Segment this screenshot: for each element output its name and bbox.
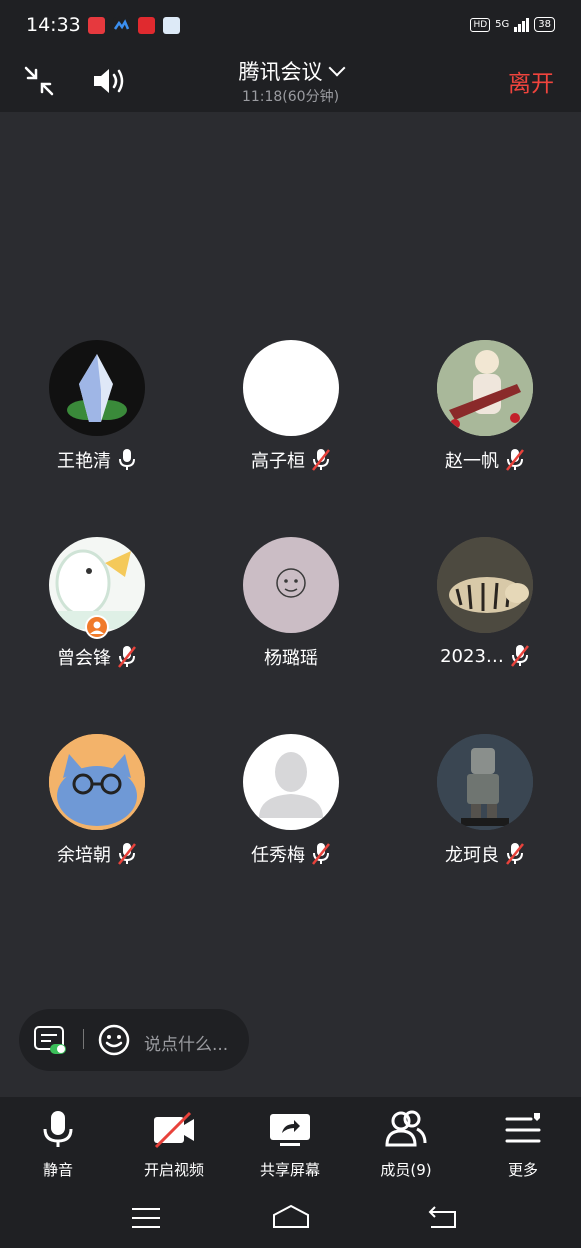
blank-avatar <box>243 340 339 436</box>
emoji-icon[interactable] <box>98 1024 130 1056</box>
mic-muted-icon <box>312 449 330 471</box>
back-button[interactable] <box>425 1203 461 1233</box>
meeting-duration: 11:18(60分钟) <box>241 89 340 105</box>
caption-toggle-icon[interactable] <box>34 1026 68 1056</box>
mute-button[interactable]: 静音 <box>3 1109 113 1180</box>
video-label: 开启视频 <box>143 1161 204 1179</box>
meeting-title[interactable]: 腾讯会议 <box>0 56 581 86</box>
leave-button[interactable]: 离开 <box>508 64 554 98</box>
participant-name: 龙珂良 <box>445 845 499 866</box>
share-screen-icon <box>270 1114 310 1146</box>
mic-muted-icon <box>510 645 529 667</box>
participant-name: 曾会锋 <box>57 648 111 669</box>
participant-name: 杨璐瑶 <box>264 648 318 669</box>
members-label: 成员(9) <box>380 1161 432 1179</box>
mute-label: 静音 <box>42 1161 73 1179</box>
robot-figure-avatar <box>437 734 533 830</box>
more-menu-icon <box>505 1113 541 1143</box>
system-nav-bar <box>0 1189 581 1248</box>
members-button[interactable]: 成员(9) <box>351 1109 461 1180</box>
mic-muted-icon <box>118 646 136 668</box>
chat-bar[interactable]: 说点什么... <box>19 1009 249 1071</box>
app-notification-icon <box>138 17 155 34</box>
start-video-button[interactable]: 开启视频 <box>119 1109 229 1180</box>
doodle-avatar <box>243 537 339 633</box>
back-icon <box>428 1206 456 1228</box>
crystal-avatar <box>49 340 145 436</box>
meeting-toolbar: 静音 开启视频 共享屏幕 成员(9) 更多 <box>0 1097 581 1189</box>
chevron-down-icon <box>328 59 345 77</box>
cat-avatar <box>49 734 145 830</box>
home-icon <box>273 1204 309 1228</box>
app-notification-icon <box>88 17 105 34</box>
video-off-icon <box>154 1111 194 1149</box>
menu-icon <box>132 1208 160 1228</box>
participant-name: 王艳清 <box>57 451 111 472</box>
home-button[interactable] <box>271 1203 309 1233</box>
status-app-icons <box>88 17 180 34</box>
divider <box>83 1029 84 1049</box>
mic-muted-icon <box>506 449 524 471</box>
recent-apps-button[interactable] <box>128 1203 164 1233</box>
mic-on-icon <box>119 449 135 470</box>
participant-name: 任秀梅 <box>251 845 305 866</box>
more-label: 更多 <box>507 1161 538 1179</box>
network-gen: 5G <box>495 19 510 30</box>
more-button[interactable]: 更多 <box>468 1109 578 1180</box>
default-person-avatar <box>243 734 339 830</box>
hd-indicator: HD <box>470 17 491 32</box>
chat-input[interactable]: 说点什么... <box>144 1030 228 1055</box>
members-icon <box>385 1110 427 1147</box>
share-label: 共享屏幕 <box>259 1161 320 1179</box>
participant-name: 2023… <box>440 645 504 667</box>
tiger-avatar <box>437 537 533 633</box>
app-notification-icon <box>163 17 180 34</box>
status-indicators: HD 5G 38 <box>470 17 555 32</box>
mic-muted-icon <box>312 843 330 865</box>
signal-icon <box>514 17 530 32</box>
mic-muted-icon <box>118 843 136 865</box>
microphone-icon <box>43 1111 73 1147</box>
app-notification-icon <box>113 17 130 34</box>
battery-icon: 38 <box>534 17 555 32</box>
participant-name: 余培朝 <box>57 845 111 866</box>
participant-name: 高子桓 <box>251 451 305 472</box>
host-badge-icon <box>85 615 109 639</box>
status-bar: 14:33 HD 5G 38 <box>0 0 581 52</box>
meeting-header: 腾讯会议 11:18(60分钟) 离开 <box>0 52 581 112</box>
share-screen-button[interactable]: 共享屏幕 <box>235 1109 345 1180</box>
meeting-title-text: 腾讯会议 <box>238 60 323 84</box>
status-time: 14:33 <box>26 14 81 36</box>
guitar-photo-avatar <box>437 340 533 436</box>
participant-name: 赵一帆 <box>445 451 499 472</box>
mic-muted-icon <box>506 843 524 865</box>
